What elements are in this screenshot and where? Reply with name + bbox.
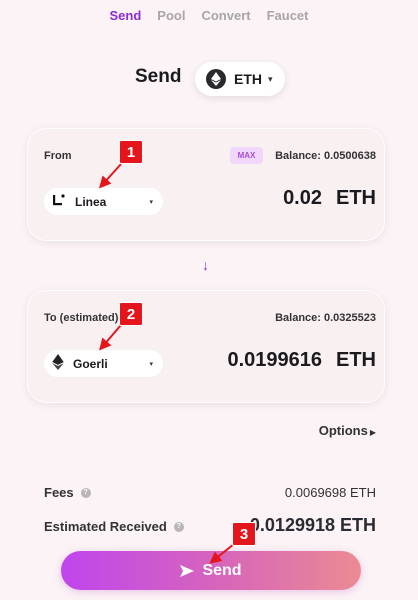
chevron-down-icon: ▾ xyxy=(149,198,153,206)
linea-icon xyxy=(52,193,66,210)
from-balance: Balance: 0.0500638 xyxy=(275,150,376,162)
from-chain-label: Linea xyxy=(75,194,107,209)
annotation-marker-1: 1 xyxy=(119,140,143,164)
to-chain-select[interactable]: Goerli ▾ xyxy=(44,350,163,377)
ethereum-icon xyxy=(206,69,226,89)
from-amount[interactable]: 0.02 ETH xyxy=(283,187,376,210)
tab-send[interactable]: Send xyxy=(110,8,142,23)
fees-row-label: Fees ? xyxy=(44,485,91,500)
options-toggle[interactable]: Options ▶ xyxy=(319,423,376,438)
to-card: To (estimated) Balance: 0.0325523 Goerli… xyxy=(28,291,384,402)
chevron-down-icon: ▾ xyxy=(268,73,273,84)
arrow-down-icon: ↓ xyxy=(202,257,209,273)
from-amount-unit: ETH xyxy=(336,187,376,209)
to-label: To (estimated) xyxy=(44,312,119,324)
to-balance: Balance: 0.0325523 xyxy=(275,312,376,324)
estimated-received-row-label: Estimated Received ? xyxy=(44,519,184,534)
options-label: Options xyxy=(318,423,368,438)
fees-label: Fees xyxy=(44,485,74,500)
token-label: ETH xyxy=(234,71,262,87)
to-amount-value: 0.0199616 xyxy=(227,349,322,371)
from-card: From MAX Balance: 0.0500638 Linea ▾ 0.02… xyxy=(28,129,384,240)
page-title: Send xyxy=(135,66,182,87)
tab-pool[interactable]: Pool xyxy=(157,8,185,23)
chevron-down-icon: ▾ xyxy=(149,360,153,368)
tab-faucet[interactable]: Faucet xyxy=(267,8,309,23)
send-arrow-icon xyxy=(180,564,195,577)
max-button[interactable]: MAX xyxy=(230,147,263,164)
estimated-received-label: Estimated Received xyxy=(44,519,167,534)
token-select[interactable]: ETH ▾ xyxy=(195,62,285,96)
annotation-marker-3: 3 xyxy=(232,522,256,546)
estimated-received-value: 0.0129918 ETH xyxy=(249,515,376,535)
send-button[interactable]: Send xyxy=(61,551,361,590)
send-button-label: Send xyxy=(202,561,242,579)
to-chain-label: Goerli xyxy=(73,356,108,371)
to-amount: 0.0199616 ETH xyxy=(227,349,376,372)
from-label: From xyxy=(44,150,72,162)
caret-right-icon: ▶ xyxy=(369,428,376,437)
fees-value: 0.0069698 ETH xyxy=(284,485,376,500)
help-icon[interactable]: ? xyxy=(173,521,184,532)
ethereum-icon xyxy=(52,354,64,373)
from-chain-select[interactable]: Linea ▾ xyxy=(44,188,163,215)
from-amount-value: 0.02 xyxy=(283,187,322,209)
tab-convert[interactable]: Convert xyxy=(201,8,250,23)
annotation-marker-2: 2 xyxy=(119,302,143,326)
to-amount-unit: ETH xyxy=(336,349,376,371)
top-nav: Send Pool Convert Faucet xyxy=(0,8,418,23)
help-icon[interactable]: ? xyxy=(80,487,91,498)
